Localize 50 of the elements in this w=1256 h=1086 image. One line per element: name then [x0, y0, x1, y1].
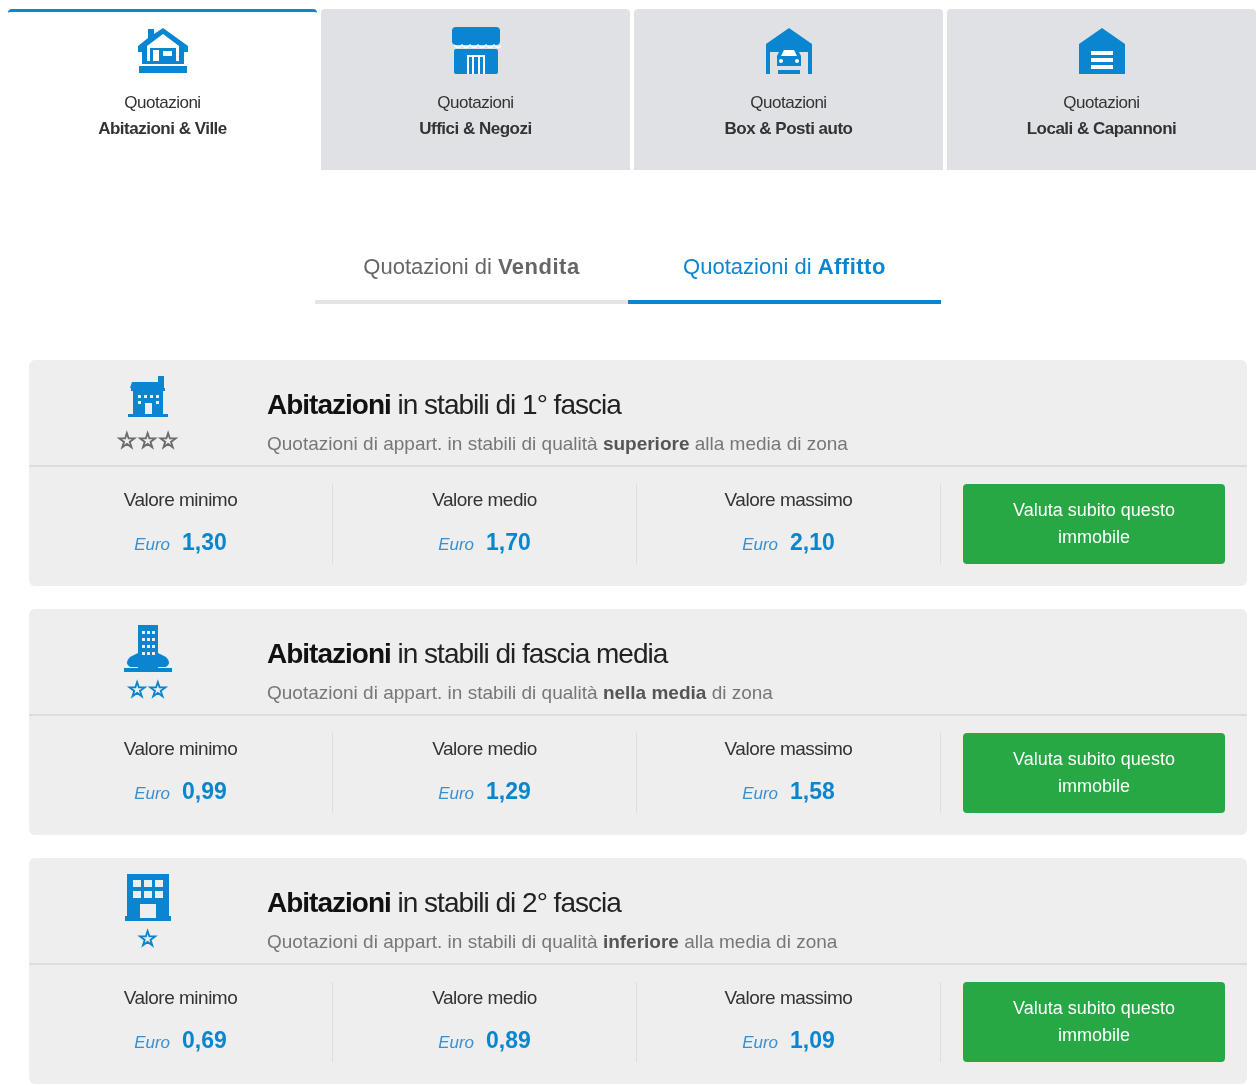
- currency-label: Euro: [438, 533, 475, 556]
- category-tab[interactable]: Quotazioni Box & Posti auto: [634, 9, 943, 170]
- price-value: 0,99: [182, 776, 227, 806]
- value-label: Valore minimo: [123, 986, 238, 1010]
- currency-label: Euro: [134, 782, 171, 805]
- currency-label: Euro: [742, 782, 779, 805]
- value-label: Valore medio: [432, 488, 537, 512]
- evaluate-button[interactable]: Valuta subito questo immobile: [963, 484, 1225, 564]
- quote-tab[interactable]: Quotazioni di Affitto: [628, 230, 941, 304]
- price-value: 1,58: [790, 776, 835, 806]
- tower-icon: [122, 625, 174, 673]
- currency-label: Euro: [134, 533, 171, 556]
- card-description: Quotazioni di appart. in stabili di qualità inferiore alla media di zona: [267, 930, 838, 954]
- price-value: 1,30: [182, 527, 227, 557]
- value-label: Valore massimo: [724, 488, 853, 512]
- value-label: Valore minimo: [123, 488, 238, 512]
- price-value: 0,69: [182, 1025, 227, 1055]
- value-label: Valore massimo: [724, 986, 853, 1010]
- card-description: Quotazioni di appart. in stabili di qualità superiore alla media di zona: [267, 432, 848, 456]
- evaluate-button[interactable]: Valuta subito questo immobile: [963, 733, 1225, 813]
- currency-label: Euro: [134, 1031, 171, 1054]
- shop-icon: [450, 26, 501, 76]
- card-title: Abitazioni in stabili di 1° fascia: [267, 388, 623, 422]
- house-icon: [137, 26, 188, 76]
- currency-label: Euro: [438, 1031, 475, 1054]
- price-value: 1,29: [486, 776, 531, 806]
- price-value: 1,70: [486, 527, 531, 557]
- card-title: Abitazioni in stabili di fascia media: [267, 637, 669, 671]
- card-description: Quotazioni di appart. in stabili di qualità nella media di zona: [267, 681, 773, 705]
- category-tab[interactable]: Quotazioni Locali & Capannoni: [947, 9, 1256, 170]
- currency-label: Euro: [742, 1031, 779, 1054]
- category-tab[interactable]: Quotazioni Uffici & Negozi: [321, 9, 630, 170]
- currency-label: Euro: [742, 533, 779, 556]
- star-rating: ☆: [137, 928, 159, 950]
- currency-label: Euro: [438, 782, 475, 805]
- price-value: 0,89: [486, 1025, 531, 1055]
- value-label: Valore minimo: [123, 737, 238, 761]
- warehouse-icon: [1076, 26, 1127, 76]
- garage-icon: [763, 26, 814, 76]
- star-rating: ☆☆☆: [116, 430, 180, 452]
- value-label: Valore medio: [432, 737, 537, 761]
- value-label: Valore medio: [432, 986, 537, 1010]
- value-label: Valore massimo: [724, 737, 853, 761]
- star-rating: ☆☆: [127, 679, 169, 701]
- evaluate-button[interactable]: Valuta subito questo immobile: [963, 982, 1225, 1062]
- card-title: Abitazioni in stabili di 2° fascia: [267, 886, 623, 920]
- price-value: 2,10: [790, 527, 835, 557]
- office-building-icon: [125, 874, 171, 922]
- price-value: 1,09: [790, 1025, 835, 1055]
- quote-tab[interactable]: Quotazioni di Vendita: [315, 230, 628, 304]
